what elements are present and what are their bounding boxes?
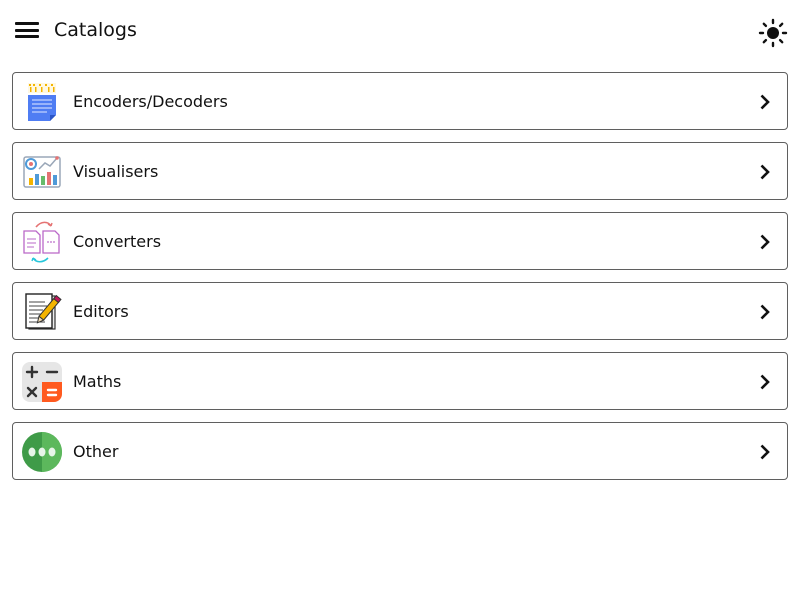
sun-icon[interactable]: [757, 17, 789, 49]
calculator-icon: [21, 361, 63, 403]
hamburger-menu-icon[interactable]: [15, 18, 39, 42]
encoder-decoder-icon: [21, 81, 63, 123]
chevron-right-icon: [760, 234, 770, 250]
catalog-item-converters[interactable]: Converters: [12, 212, 788, 270]
chevron-right-icon: [760, 374, 770, 390]
app-bar: Catalogs: [0, 0, 800, 60]
visualiser-chart-icon: [21, 151, 63, 193]
chevron-right-icon: [760, 444, 770, 460]
catalog-item-label: Converters: [73, 232, 162, 251]
catalog-list: Encoders/Decoders Visualisers Converters…: [12, 72, 788, 492]
catalog-item-label: Editors: [73, 302, 129, 321]
catalog-item-other[interactable]: Other: [12, 422, 788, 480]
catalog-item-visualisers[interactable]: Visualisers: [12, 142, 788, 200]
catalog-item-maths[interactable]: Maths: [12, 352, 788, 410]
more-dots-icon: [21, 431, 63, 473]
chevron-right-icon: [760, 94, 770, 110]
catalog-item-label: Visualisers: [73, 162, 159, 181]
converter-documents-icon: [21, 221, 63, 263]
catalog-item-label: Encoders/Decoders: [73, 92, 228, 111]
page-title: Catalogs: [54, 19, 137, 41]
chevron-right-icon: [760, 164, 770, 180]
catalog-item-label: Maths: [73, 372, 122, 391]
catalog-item-editors[interactable]: Editors: [12, 282, 788, 340]
chevron-right-icon: [760, 304, 770, 320]
catalog-item-encoders-decoders[interactable]: Encoders/Decoders: [12, 72, 788, 130]
editor-notepad-icon: [21, 291, 63, 333]
catalog-item-label: Other: [73, 442, 119, 461]
